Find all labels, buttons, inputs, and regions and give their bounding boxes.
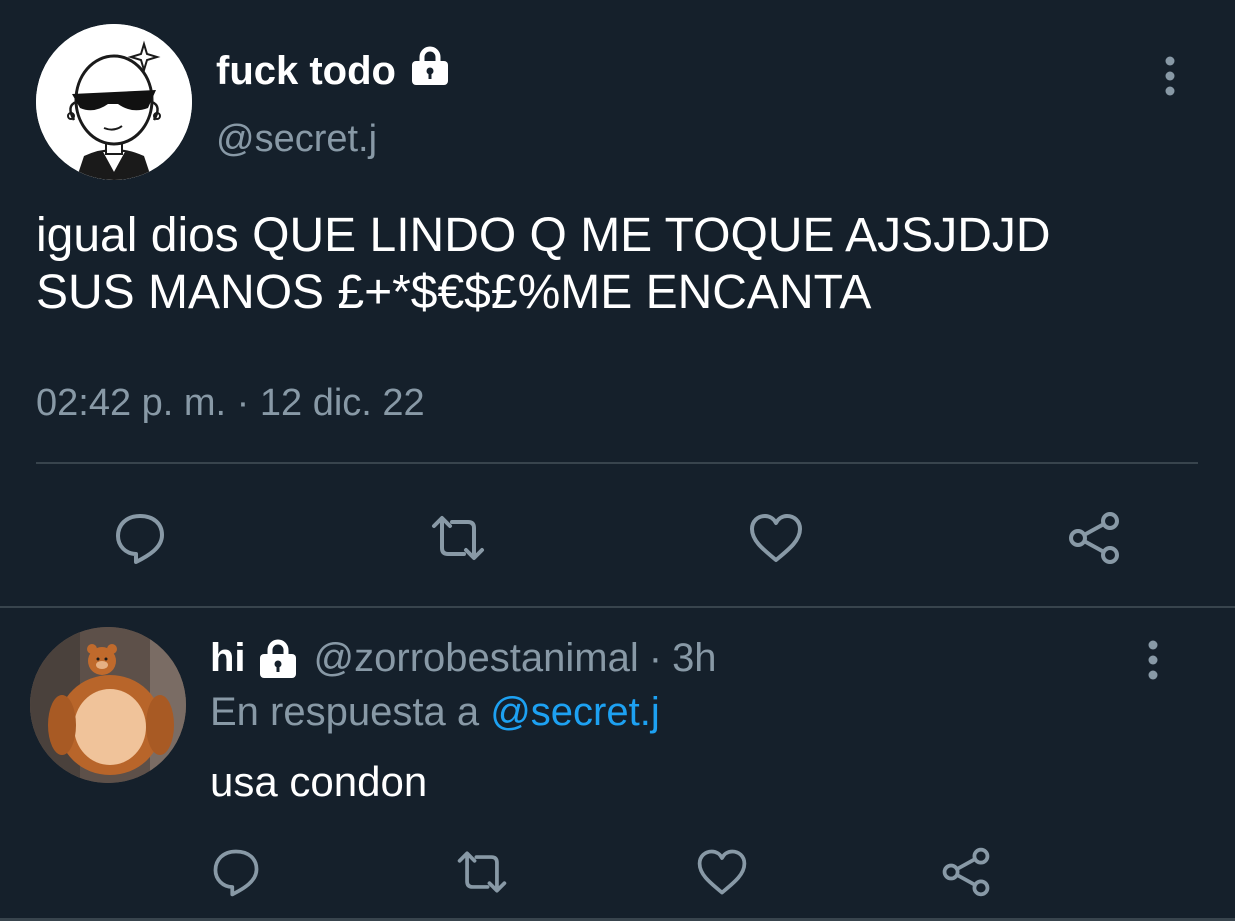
tweet-timestamp[interactable]: 02:42 p. m. · 12 dic. 22 xyxy=(36,382,425,425)
share-icon[interactable] xyxy=(1062,506,1126,570)
divider xyxy=(36,462,1198,464)
in-reply-to: En respuesta a @secret.j xyxy=(210,690,660,735)
retweet-icon[interactable] xyxy=(450,840,514,904)
author-display-name[interactable]: fuck todo xyxy=(216,49,396,94)
reply-display-name[interactable]: hi xyxy=(210,636,246,681)
reply-header: hi @zorrobestanimal · 3h xyxy=(210,636,717,681)
reply-handle[interactable]: @zorrobestanimal xyxy=(314,636,639,681)
in-reply-prefix: En respuesta a xyxy=(210,690,480,734)
more-vertical-icon[interactable] xyxy=(1133,636,1173,684)
author-avatar[interactable] xyxy=(36,24,192,180)
separator-dot: · xyxy=(648,636,663,680)
author-handle[interactable]: @secret.j xyxy=(216,118,377,161)
share-icon[interactable] xyxy=(934,840,998,904)
retweet-icon[interactable] xyxy=(426,506,490,570)
in-reply-mention-link[interactable]: @secret.j xyxy=(490,690,660,734)
like-icon[interactable] xyxy=(744,506,808,570)
reply-icon[interactable] xyxy=(108,506,172,570)
reply-text: usa condon xyxy=(210,758,428,805)
divider xyxy=(0,606,1235,608)
lock-icon xyxy=(408,44,452,98)
like-icon[interactable] xyxy=(690,840,754,904)
reply-time[interactable]: 3h xyxy=(672,636,717,681)
author-name-row: fuck todo xyxy=(216,44,452,98)
reply-author-avatar[interactable] xyxy=(30,627,186,783)
more-vertical-icon[interactable] xyxy=(1150,52,1190,100)
tweet-text: igual dios QUE LINDO Q ME TOQUE AJSJDJD … xyxy=(36,209,1051,319)
lock-icon xyxy=(256,637,300,681)
reply-icon[interactable] xyxy=(204,840,268,904)
